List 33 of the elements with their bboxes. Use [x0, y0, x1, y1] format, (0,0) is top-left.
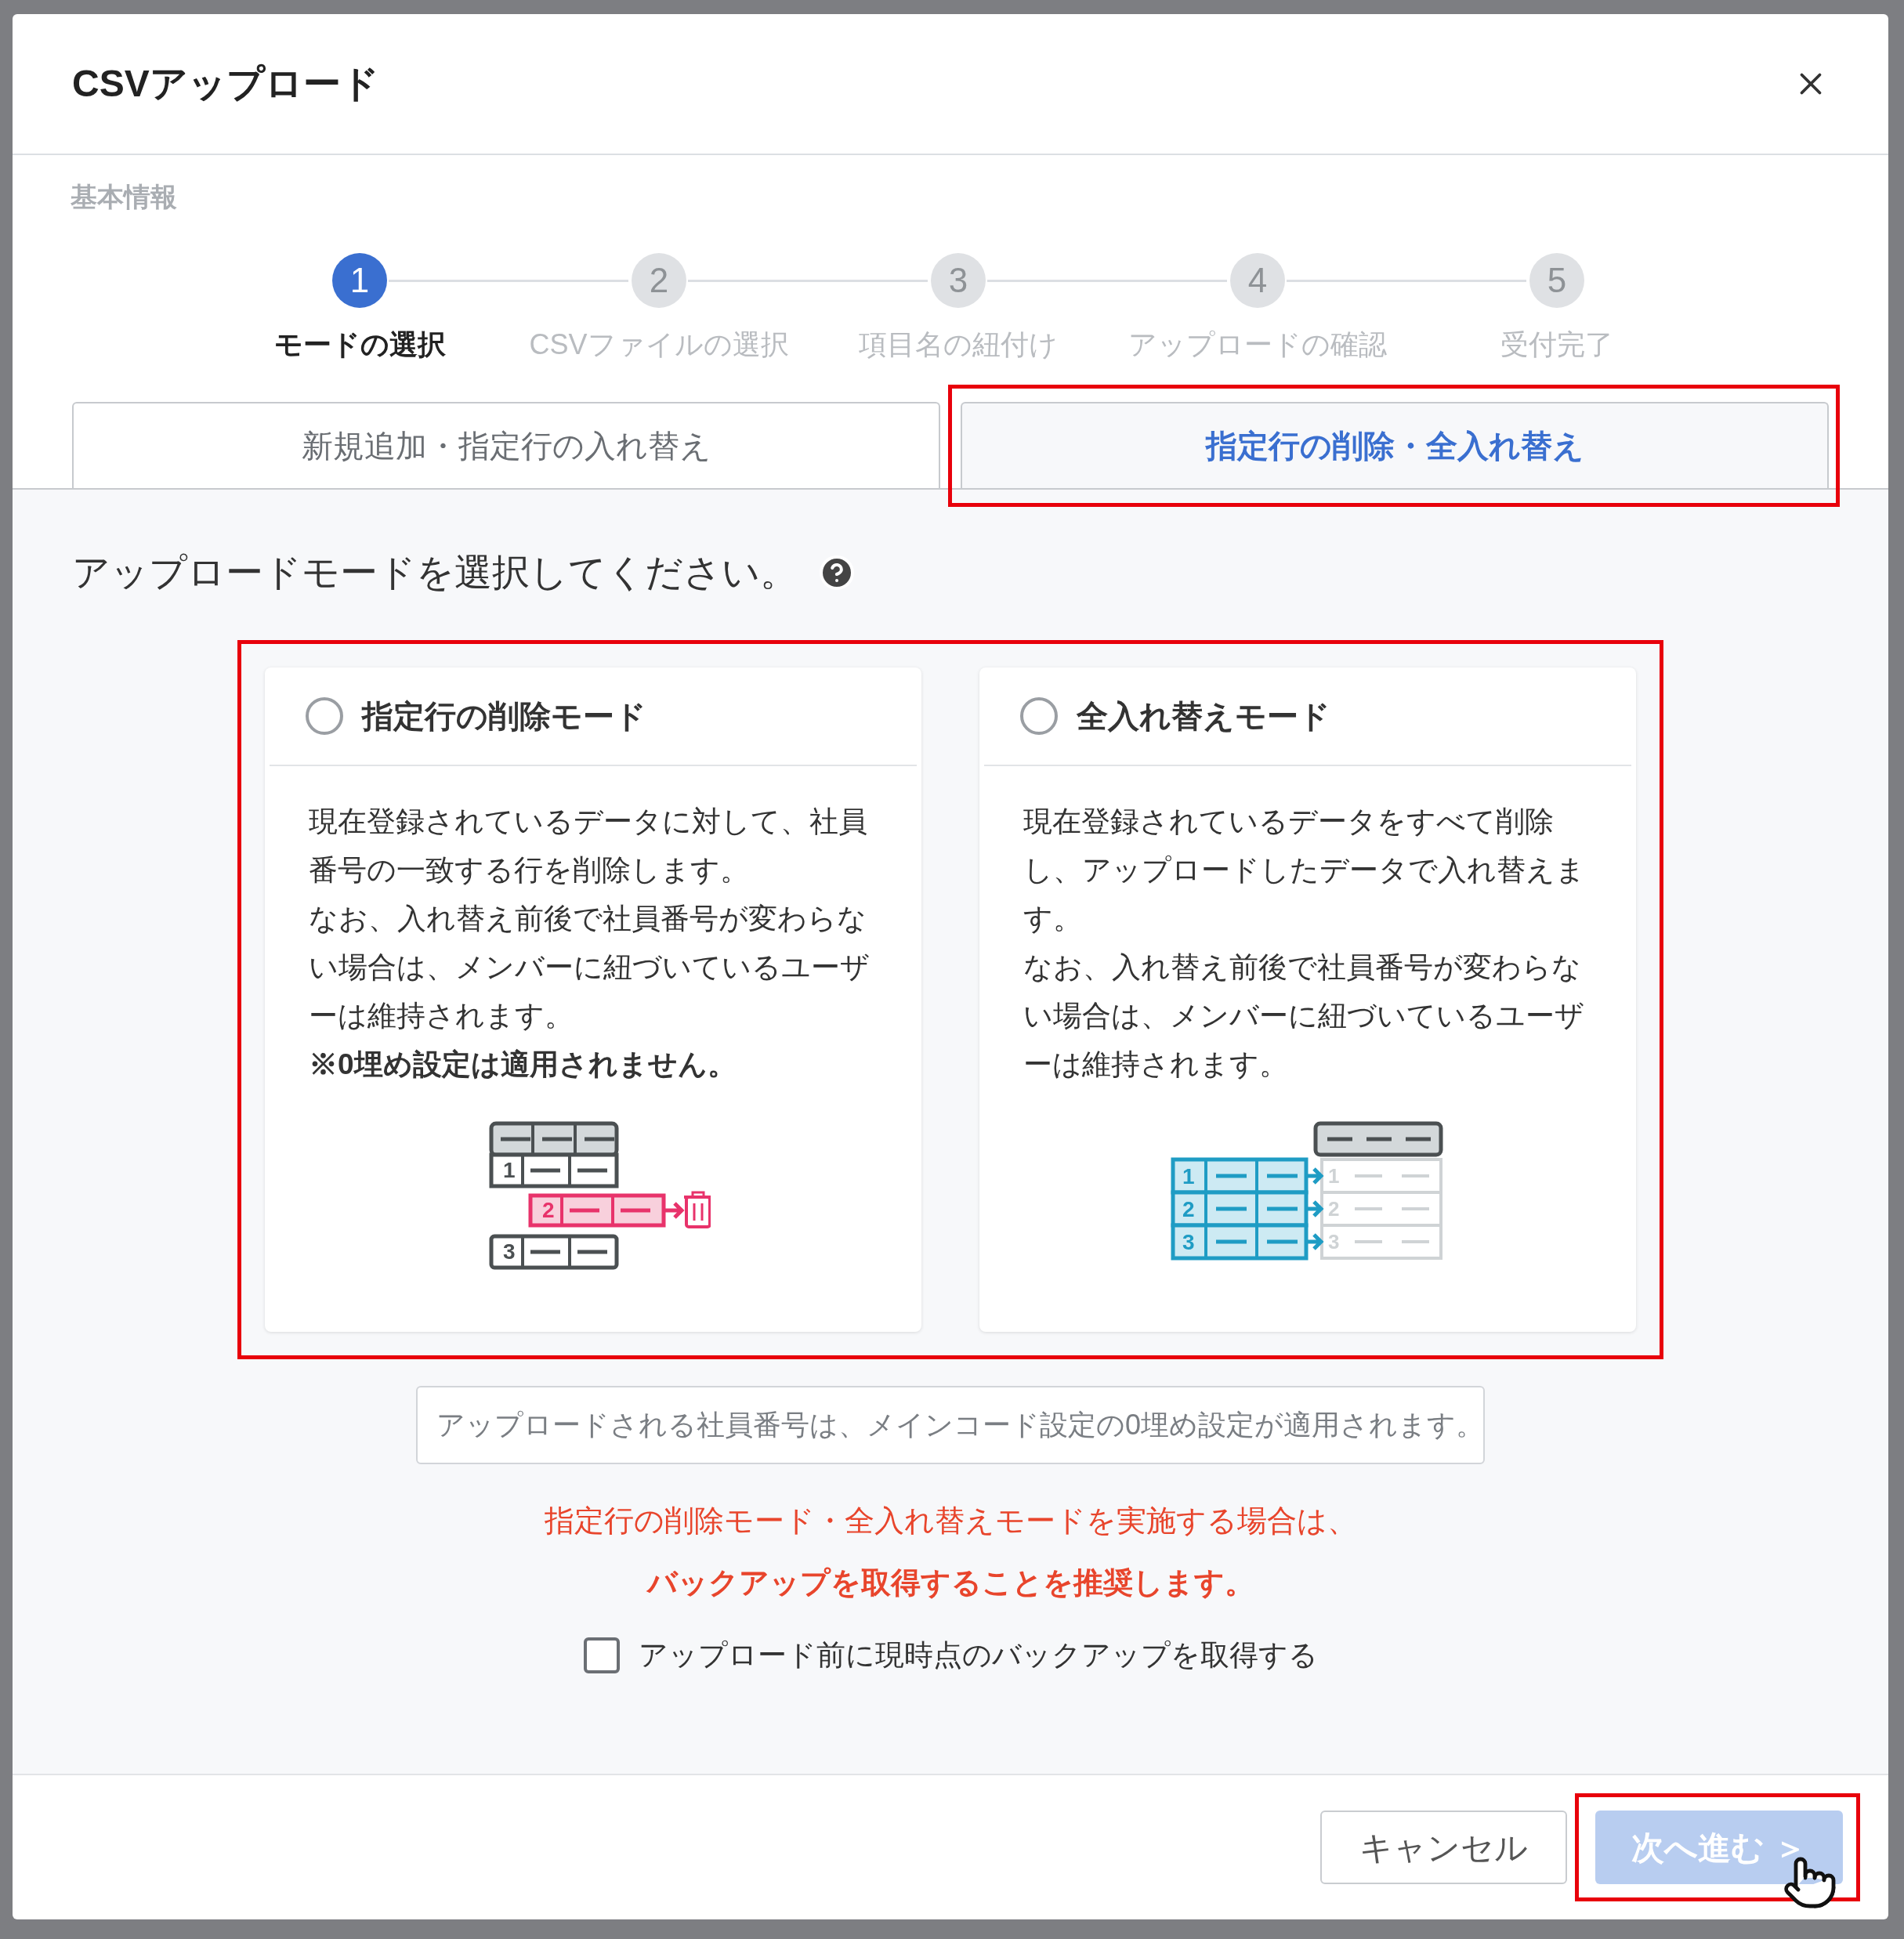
- help-icon[interactable]: [818, 554, 856, 591]
- warning-text: 指定行の削除モード・全入れ替えモードを実施する場合は、: [544, 1503, 1357, 1539]
- cancel-button[interactable]: キャンセル: [1320, 1811, 1567, 1884]
- radio-button[interactable]: [1020, 697, 1058, 735]
- mode-title: 指定行の削除モード: [362, 698, 646, 735]
- mode-description: なお、入れ替え前後で社員番号が変わらない場合は、メンバーに紐づいているユーザーは維持されます。: [1023, 950, 1585, 1082]
- checkbox[interactable]: [583, 1637, 620, 1673]
- section-label: 基本情報: [71, 182, 177, 212]
- mode-note: ※0埋め設定は適用されません。: [309, 1047, 737, 1082]
- checkbox-label: アップロード前に現時点のバックアップを取得する: [638, 1638, 1318, 1673]
- mode-description: 現在登録されているデータをすべて削除し、アップロードしたデータで入れ替えます。: [1023, 805, 1586, 936]
- step-label: 受付完了: [1500, 327, 1613, 362]
- prompt-text: アップロードモードを選択してください。: [72, 551, 798, 595]
- step-label: 項目名の紐付け: [859, 327, 1058, 362]
- info-text: アップロードされる社員番号は、メインコード設定の0埋め設定が適用されます。: [436, 1408, 1485, 1442]
- step-number: 4: [1230, 253, 1285, 308]
- step-number: 3: [931, 253, 986, 308]
- dialog-title: CSVアップロード: [72, 62, 379, 106]
- mode-description: なお、入れ替え前後で社員番号が変わらない場合は、メンバーに紐づいているユーザーは維持されます。: [309, 902, 871, 1033]
- mode-card[interactable]: 指定行の削除モード 現在登録されているデータに対して、社員番号の一致する行を削除します。 なお、入れ替え前後で社員番号が変わらない場合は、メンバーに紐づいているユーザーは維持されます。 ※0埋め設定は適用されません。 1 2 3: [265, 667, 921, 1332]
- step-label: アップロードの確認: [1128, 327, 1387, 362]
- step-label: CSVファイルの選択: [529, 327, 789, 362]
- mode-tab[interactable]: 新規追加・指定行の入れ替え: [72, 402, 940, 488]
- mode-description: 現在登録されているデータに対して、社員番号の一致する行を削除します。: [309, 805, 868, 888]
- radio-button[interactable]: [306, 697, 343, 735]
- step-number: 5: [1529, 253, 1584, 308]
- step-label: モードの選択: [273, 327, 446, 362]
- step-number: 1: [332, 253, 387, 308]
- mode-title: 全入れ替えモード: [1077, 698, 1330, 735]
- step-number: 2: [632, 253, 686, 308]
- warning-text: バックアップを取得することを推奨します。: [646, 1565, 1254, 1601]
- mode-tab[interactable]: 指定行の削除・全入れ替え: [961, 402, 1829, 488]
- table-delete-drawing: 1 2 3: [476, 1120, 711, 1277]
